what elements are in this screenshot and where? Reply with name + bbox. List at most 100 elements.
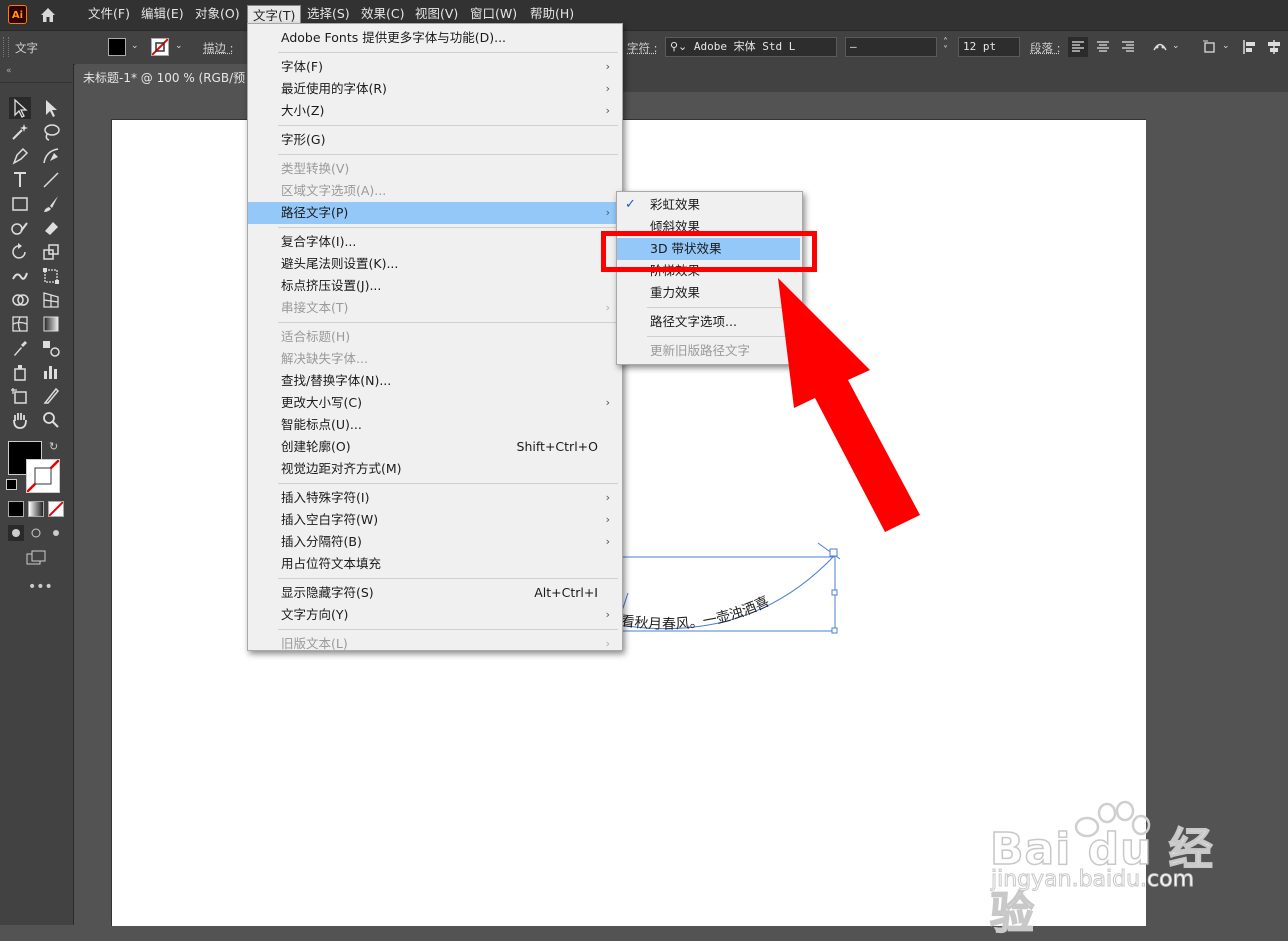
gradient-mode-icon[interactable] bbox=[28, 501, 44, 517]
type-menu-item[interactable]: 插入空白字符(W) › bbox=[248, 509, 620, 531]
magic-wand-tool-icon[interactable] bbox=[9, 121, 31, 143]
type-menu-item[interactable]: 避头尾法则设置(K)... bbox=[248, 253, 620, 275]
type-menu-item[interactable]: 智能标点(U)... bbox=[248, 414, 620, 436]
more-tools-icon[interactable]: ••• bbox=[28, 579, 53, 595]
menu-edit[interactable]: 编辑(E) bbox=[136, 0, 189, 30]
chevron-down-icon[interactable]: ⌄ bbox=[1172, 41, 1182, 51]
type-menu-item[interactable]: 最近使用的字体(R) › bbox=[248, 78, 620, 100]
character-label[interactable]: 字符 : bbox=[627, 40, 658, 56]
type-menu-item[interactable]: 大小(Z) › bbox=[248, 100, 620, 122]
align-objects-left-icon[interactable] bbox=[1240, 37, 1260, 57]
path-type-menu-item[interactable]: ✓ 彩虹效果 bbox=[617, 194, 800, 216]
mesh-tool-icon[interactable] bbox=[9, 313, 31, 335]
submenu-arrow-icon: › bbox=[605, 60, 610, 73]
type-menu-item[interactable]: 创建轮廓(O) Shift+Ctrl+O bbox=[248, 436, 620, 458]
column-graph-tool-icon[interactable] bbox=[40, 361, 62, 383]
screen-mode-icon[interactable] bbox=[25, 549, 47, 567]
menu-item-label: 重力效果 bbox=[650, 285, 701, 300]
grip-handle[interactable] bbox=[3, 37, 9, 57]
pen-tool-icon[interactable] bbox=[9, 145, 31, 167]
menu-bar: Ai 文件(F) 编辑(E) 对象(O) 文字(T) 选择(S) 效果(C) 视… bbox=[0, 0, 1288, 30]
type-menu-item[interactable]: 用占位符文本填充 bbox=[248, 553, 620, 575]
font-size-stepper[interactable]: ˄ ˅ bbox=[943, 38, 948, 56]
align-center-icon[interactable] bbox=[1093, 37, 1113, 57]
chevron-down-icon[interactable]: ⌄ bbox=[1222, 41, 1232, 51]
rectangle-tool-icon[interactable] bbox=[9, 193, 31, 215]
type-menu-item[interactable]: Adobe Fonts 提供更多字体与功能(D)... bbox=[248, 27, 620, 49]
stroke-color-box[interactable] bbox=[26, 459, 60, 493]
swap-colors-icon[interactable]: ↻ bbox=[49, 440, 58, 453]
paragraph-label[interactable]: 段落 : bbox=[1030, 40, 1061, 56]
type-menu-item[interactable]: 插入特殊字符(I) › bbox=[248, 487, 620, 509]
default-colors-icon[interactable] bbox=[6, 479, 17, 490]
transform-icon[interactable] bbox=[1200, 37, 1220, 57]
shape-builder-tool-icon[interactable] bbox=[9, 289, 31, 311]
font-family-field[interactable]: ⚲⌄ Adobe 宋体 Std L bbox=[665, 37, 837, 57]
font-size-field[interactable]: 12 pt bbox=[958, 37, 1020, 57]
menu-file[interactable]: 文件(F) bbox=[83, 0, 135, 30]
symbol-sprayer-tool-icon[interactable] bbox=[9, 361, 31, 383]
gradient-tool-icon[interactable] bbox=[40, 313, 62, 335]
type-menu-item[interactable]: 文字方向(Y) › bbox=[248, 604, 620, 626]
draw-normal-icon[interactable] bbox=[8, 525, 24, 541]
menu-item-label: 路径文字选项... bbox=[650, 314, 737, 329]
warp-tool-icon[interactable] bbox=[9, 265, 31, 287]
type-menu-item: 适合标题(H) bbox=[248, 326, 620, 348]
menu-item-label: 文字方向(Y) bbox=[281, 607, 349, 622]
type-menu-item[interactable]: 复合字体(I)... bbox=[248, 231, 620, 253]
menu-item-label: 适合标题(H) bbox=[281, 329, 351, 344]
chevron-down-icon[interactable]: ⌄ bbox=[175, 41, 185, 51]
type-menu-item[interactable]: 标点挤压设置(J)... bbox=[248, 275, 620, 297]
type-menu-item[interactable]: 路径文字(P) › bbox=[248, 202, 620, 224]
zoom-tool-icon[interactable] bbox=[40, 409, 62, 431]
none-mode-icon[interactable] bbox=[48, 501, 64, 517]
eyedropper-tool-icon[interactable] bbox=[9, 337, 31, 359]
align-right-icon[interactable] bbox=[1118, 37, 1138, 57]
home-icon[interactable] bbox=[38, 5, 58, 25]
color-mode-icon[interactable] bbox=[8, 501, 24, 517]
hand-tool-icon[interactable] bbox=[9, 409, 31, 431]
menu-item-label: 路径文字(P) bbox=[281, 205, 349, 220]
panel-grip[interactable] bbox=[0, 76, 72, 83]
stroke-label[interactable]: 描边 : bbox=[203, 40, 234, 56]
rotate-tool-icon[interactable] bbox=[9, 241, 31, 263]
type-menu-item[interactable]: 显示隐藏字符(S) Alt+Ctrl+I bbox=[248, 582, 620, 604]
chevron-down-icon[interactable]: ⌄ bbox=[131, 41, 141, 51]
font-style-field[interactable]: – bbox=[845, 37, 937, 57]
align-objects-center-icon[interactable] bbox=[1264, 37, 1284, 57]
slice-tool-icon[interactable] bbox=[40, 385, 62, 407]
type-menu-item[interactable]: 查找/替换字体(N)... bbox=[248, 370, 620, 392]
type-menu-item[interactable]: 字形(G) bbox=[248, 129, 620, 151]
lasso-tool-icon[interactable] bbox=[40, 121, 62, 143]
curvature-tool-icon[interactable] bbox=[40, 145, 62, 167]
align-left-icon[interactable] bbox=[1068, 37, 1088, 57]
eraser-tool-icon[interactable] bbox=[40, 217, 62, 239]
selection-tool-icon[interactable] bbox=[9, 97, 31, 119]
type-menu-item[interactable]: 插入分隔符(B) › bbox=[248, 531, 620, 553]
path-text-object[interactable]: 看秋月春风。一壶浊酒喜 bbox=[600, 535, 860, 645]
tools-panel: « ↻ ••• bbox=[0, 64, 74, 925]
scale-tool-icon[interactable] bbox=[40, 241, 62, 263]
collapse-panel-icon[interactable]: « bbox=[6, 66, 12, 76]
fill-swatch[interactable] bbox=[108, 38, 126, 56]
type-menu-item[interactable]: 视觉边距对齐方式(M) bbox=[248, 458, 620, 480]
free-transform-tool-icon[interactable] bbox=[40, 265, 62, 287]
document-tab[interactable]: 未标题-1* @ 100 % (RGB/预 bbox=[75, 64, 250, 92]
type-menu-item[interactable]: 字体(F) › bbox=[248, 56, 620, 78]
recolor-icon[interactable] bbox=[1150, 37, 1170, 57]
type-menu-item[interactable]: 更改大小写(C) › bbox=[248, 392, 620, 414]
paintbrush-tool-icon[interactable] bbox=[40, 193, 62, 215]
type-tool-icon[interactable] bbox=[9, 169, 31, 191]
draw-behind-icon[interactable] bbox=[28, 525, 44, 541]
direct-selection-tool-icon[interactable] bbox=[40, 97, 62, 119]
artboard-tool-icon[interactable] bbox=[9, 385, 31, 407]
menu-item-label: 插入空白字符(W) bbox=[281, 512, 379, 527]
stroke-swatch[interactable] bbox=[151, 38, 169, 56]
shaper-tool-icon[interactable] bbox=[9, 217, 31, 239]
draw-inside-icon[interactable] bbox=[48, 525, 64, 541]
perspective-grid-tool-icon[interactable] bbox=[40, 289, 62, 311]
blend-tool-icon[interactable] bbox=[40, 337, 62, 359]
menu-object[interactable]: 对象(O) bbox=[190, 0, 245, 30]
line-tool-icon[interactable] bbox=[40, 169, 62, 191]
menu-item-label: 智能标点(U)... bbox=[281, 417, 362, 432]
